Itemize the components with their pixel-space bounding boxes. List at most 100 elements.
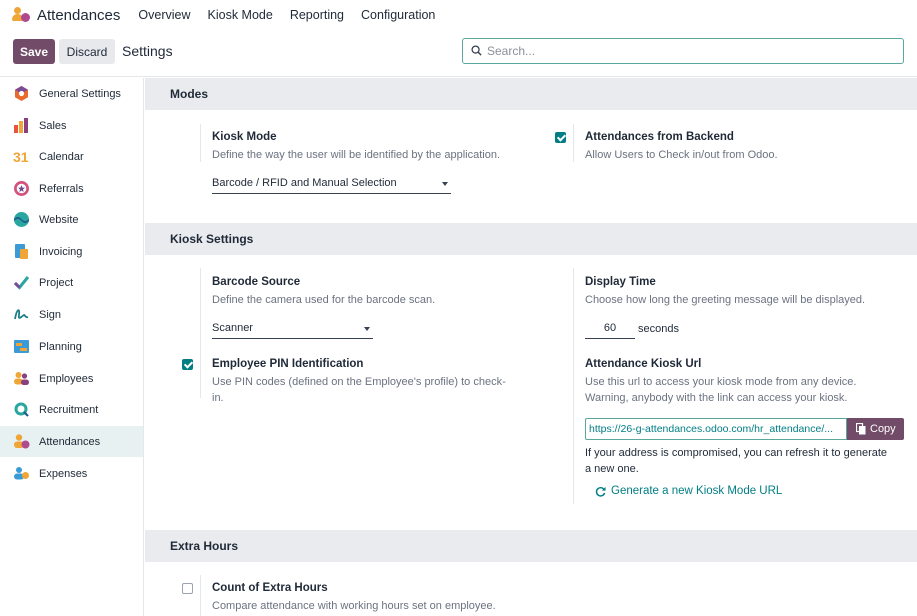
display-time-input[interactable]: 60 (585, 319, 635, 339)
sidebar-item-recruitment[interactable]: Recruitment (0, 394, 143, 425)
settings-sidebar: General Settings Sales 31 Calendar Refer… (0, 78, 144, 616)
sidebar-item-label: Invoicing (39, 245, 83, 258)
kiosk-mode-title: Kiosk Mode (212, 131, 277, 143)
compromised-line2: a new one. (585, 463, 639, 475)
pin-title: Employee PIN Identification (212, 358, 364, 370)
kiosk-url-desc-line1: Use this url to access your kiosk mode f… (585, 376, 857, 388)
count-extra-hours-checkbox[interactable] (182, 583, 193, 594)
section-extra-hours-header: Extra Hours (145, 530, 917, 562)
kiosk-url-field[interactable]: https://26-g-attendances.odoo.com/hr_att… (585, 418, 847, 440)
menu-reporting[interactable]: Reporting (290, 8, 344, 22)
divider (200, 124, 201, 162)
sidebar-item-employees[interactable]: Employees (0, 363, 143, 394)
generate-url-link[interactable]: Generate a new Kiosk Mode URL (595, 484, 795, 500)
backend-checkbox[interactable] (555, 132, 566, 143)
divider (200, 575, 201, 616)
divider (573, 124, 574, 162)
pin-desc-line1: Use PIN codes (defined on the Employee's… (212, 376, 506, 388)
menu-kiosk-mode[interactable]: Kiosk Mode (208, 8, 273, 22)
generate-url-label: Generate a new Kiosk Mode URL (611, 485, 783, 497)
discard-button[interactable]: Discard (59, 39, 115, 64)
sidebar-item-label: Calendar (39, 150, 84, 163)
sidebar-item-invoicing[interactable]: Invoicing (0, 236, 143, 267)
copy-url-button[interactable]: Copy (847, 418, 904, 440)
settings-content: Modes Kiosk Mode Define the way the user… (145, 78, 917, 616)
sidebar-item-label: Sales (39, 119, 67, 132)
referrals-icon (14, 181, 29, 196)
app-title[interactable]: Attendances (37, 7, 120, 24)
sign-icon (14, 309, 29, 320)
menu-configuration[interactable]: Configuration (361, 8, 435, 22)
sidebar-item-planning[interactable]: Planning (0, 331, 143, 362)
sidebar-item-label: Referrals (39, 182, 84, 195)
svg-text:31: 31 (13, 149, 29, 165)
refresh-icon (595, 486, 606, 497)
copy-label: Copy (870, 423, 896, 435)
invoicing-icon (15, 244, 28, 259)
planning-icon (14, 340, 29, 353)
compromised-line1: If your address is compromised, you can … (585, 447, 888, 459)
display-time-unit: seconds (638, 323, 679, 335)
pin-checkbox[interactable] (182, 359, 193, 370)
display-time-desc: Choose how long the greeting message wil… (585, 294, 866, 306)
sidebar-item-label: Planning (39, 340, 82, 353)
kiosk-url-desc-line2: Warning, anybody with the link can acces… (585, 392, 848, 404)
backend-title: Attendances from Backend (585, 131, 734, 143)
sidebar-item-general-settings[interactable]: General Settings (0, 78, 143, 109)
sidebar-item-label: Website (39, 213, 79, 226)
kiosk-mode-desc: Define the way the user will be identifi… (212, 149, 501, 161)
sidebar-item-label: Recruitment (39, 403, 99, 416)
sidebar-item-label: Expenses (39, 467, 88, 480)
sidebar-item-attendances[interactable]: Attendances (0, 426, 143, 457)
save-button[interactable]: Save (13, 39, 55, 64)
barcode-source-desc: Define the camera used for the barcode s… (212, 294, 436, 306)
chevron-down-icon (442, 182, 448, 186)
attendances-icon (14, 434, 30, 449)
divider (200, 268, 201, 398)
search-box[interactable] (462, 38, 904, 64)
kiosk-mode-value: Barcode / RFID and Manual Selection (212, 177, 397, 189)
count-extra-hours-desc: Compare attendance with working hours se… (212, 600, 496, 612)
sidebar-item-label: Sign (39, 308, 62, 321)
expenses-icon (14, 467, 29, 480)
recruitment-icon (14, 402, 29, 417)
kiosk-mode-select[interactable]: Barcode / RFID and Manual Selection (212, 174, 451, 194)
sales-icon (14, 118, 28, 133)
sidebar-item-expenses[interactable]: Expenses (0, 458, 143, 489)
display-time-title: Display Time (585, 276, 656, 288)
sidebar-item-sign[interactable]: Sign (0, 299, 143, 330)
sidebar-item-label: General Settings (39, 87, 121, 100)
website-icon (14, 212, 29, 227)
sidebar-item-calendar[interactable]: 31 Calendar (0, 141, 143, 172)
menu-overview[interactable]: Overview (138, 8, 190, 22)
top-navbar: Attendances Overview Kiosk Mode Reportin… (0, 0, 917, 30)
count-extra-hours-title: Count of Extra Hours (212, 582, 328, 594)
kiosk-url-title: Attendance Kiosk Url (585, 358, 702, 370)
sidebar-item-project[interactable]: Project (0, 267, 143, 298)
search-input[interactable] (487, 42, 887, 60)
sidebar-item-referrals[interactable]: Referrals (0, 173, 143, 204)
barcode-source-title: Barcode Source (212, 276, 301, 288)
employees-icon (14, 372, 29, 385)
sidebar-item-label: Project (39, 276, 74, 289)
barcode-source-select[interactable]: Scanner (212, 319, 373, 339)
sidebar-item-website[interactable]: Website (0, 204, 143, 235)
project-icon (13, 276, 30, 290)
backend-desc: Allow Users to Check in/out from Odoo. (585, 149, 778, 161)
barcode-source-value: Scanner (212, 322, 253, 334)
control-panel: Save Discard Settings (0, 30, 917, 77)
sidebar-item-label: Employees (39, 372, 94, 385)
pin-desc-line2: in. (212, 392, 224, 404)
search-icon (471, 45, 482, 56)
sidebar-item-sales[interactable]: Sales (0, 110, 143, 141)
section-kiosk-settings-header: Kiosk Settings (145, 223, 917, 255)
section-modes-header: Modes (145, 78, 917, 110)
sidebar-item-label: Attendances (39, 435, 101, 448)
divider (573, 268, 574, 504)
calendar-icon: 31 (13, 149, 29, 165)
attendances-app-icon[interactable] (12, 6, 30, 24)
copy-icon (856, 423, 866, 435)
general-settings-icon (15, 86, 28, 101)
chevron-down-icon (364, 327, 370, 331)
breadcrumb: Settings (122, 43, 173, 59)
